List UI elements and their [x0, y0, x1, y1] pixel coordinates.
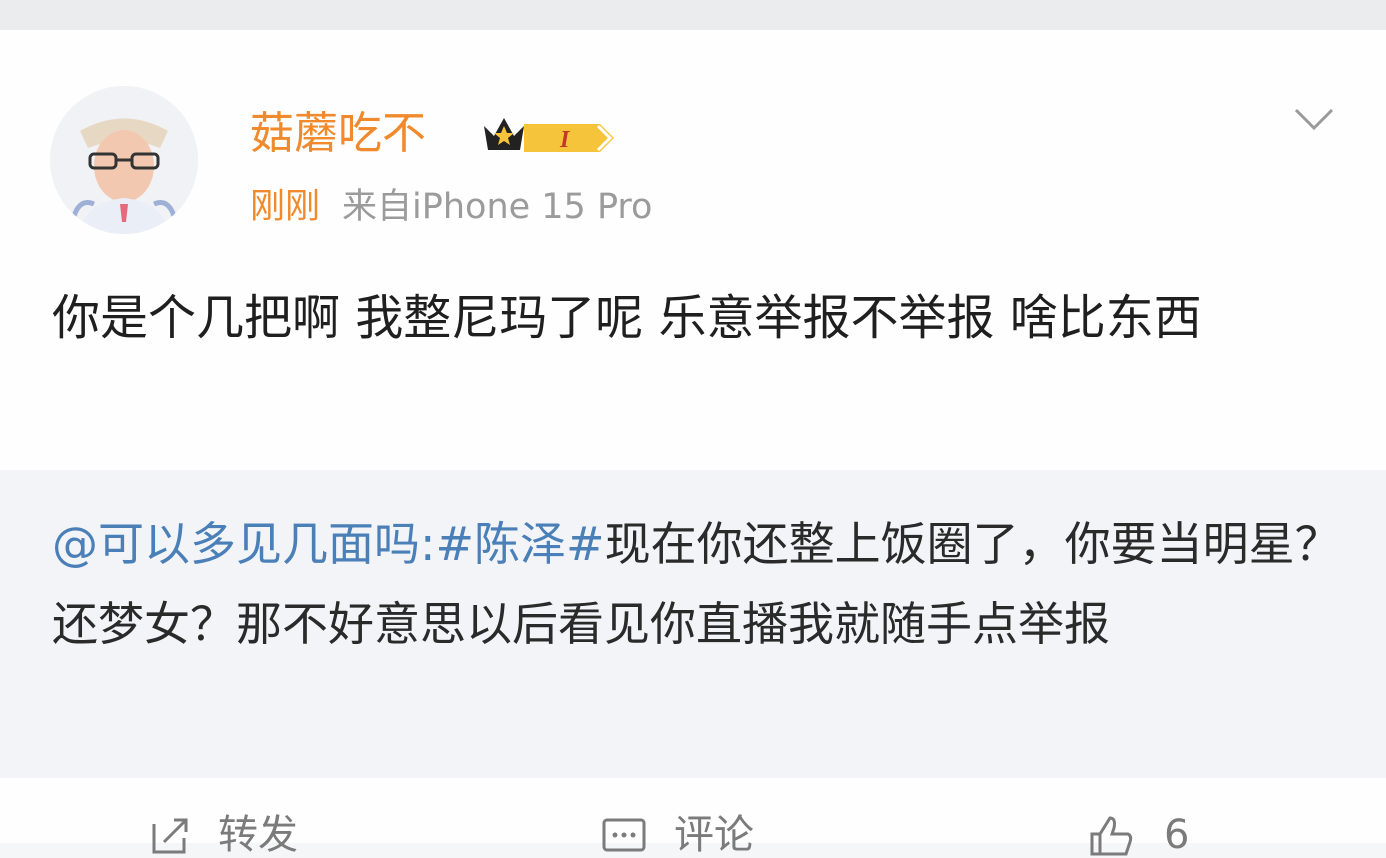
like-button[interactable]: 6 [1086, 812, 1189, 858]
repost-icon [152, 818, 188, 854]
repost-label: 转发 [218, 812, 298, 858]
chevron-down-icon[interactable] [1292, 104, 1336, 134]
quoted-post[interactable]: @可以多见几面吗:#陈泽#现在你还整上饭圈了，你要当明星？还梦女？那不好意思以后… [0, 470, 1386, 778]
like-count: 6 [1164, 812, 1190, 858]
topic-link[interactable]: :#陈泽# [420, 517, 605, 571]
comment-label: 评论 [674, 812, 754, 858]
repost-button[interactable]: 转发 [146, 812, 298, 858]
username[interactable]: 菇蘑吃不 [250, 112, 426, 156]
mention-link[interactable]: @可以多见几面吗 [52, 517, 420, 571]
badge-level: I [559, 127, 571, 153]
post-time: 刚刚 [250, 187, 321, 227]
action-bar: 转发 评论 6 [0, 790, 1386, 856]
quoted-post-text: @可以多见几面吗:#陈泽#现在你还整上饭圈了，你要当明星？还梦女？那不好意思以后… [52, 504, 1352, 664]
comment-button[interactable]: 评论 [600, 812, 754, 858]
post-meta: 刚刚 来自iPhone 15 Pro [250, 190, 652, 225]
post-source: 来自iPhone 15 Pro [342, 187, 653, 227]
avatar[interactable] [50, 86, 198, 234]
like-icon [1090, 816, 1133, 856]
vip-crown-icon[interactable]: I [480, 108, 620, 162]
top-separator [0, 0, 1386, 30]
post-text: 你是个几把啊 我整尼玛了呢 乐意举报不举报 啥比东西 [52, 290, 1202, 346]
comment-icon [602, 818, 646, 852]
post-card: 菇蘑吃不 I 刚刚 来自iPhone 15 Pro 你是个几把啊 我整尼玛了呢 乐… [0, 30, 1386, 856]
